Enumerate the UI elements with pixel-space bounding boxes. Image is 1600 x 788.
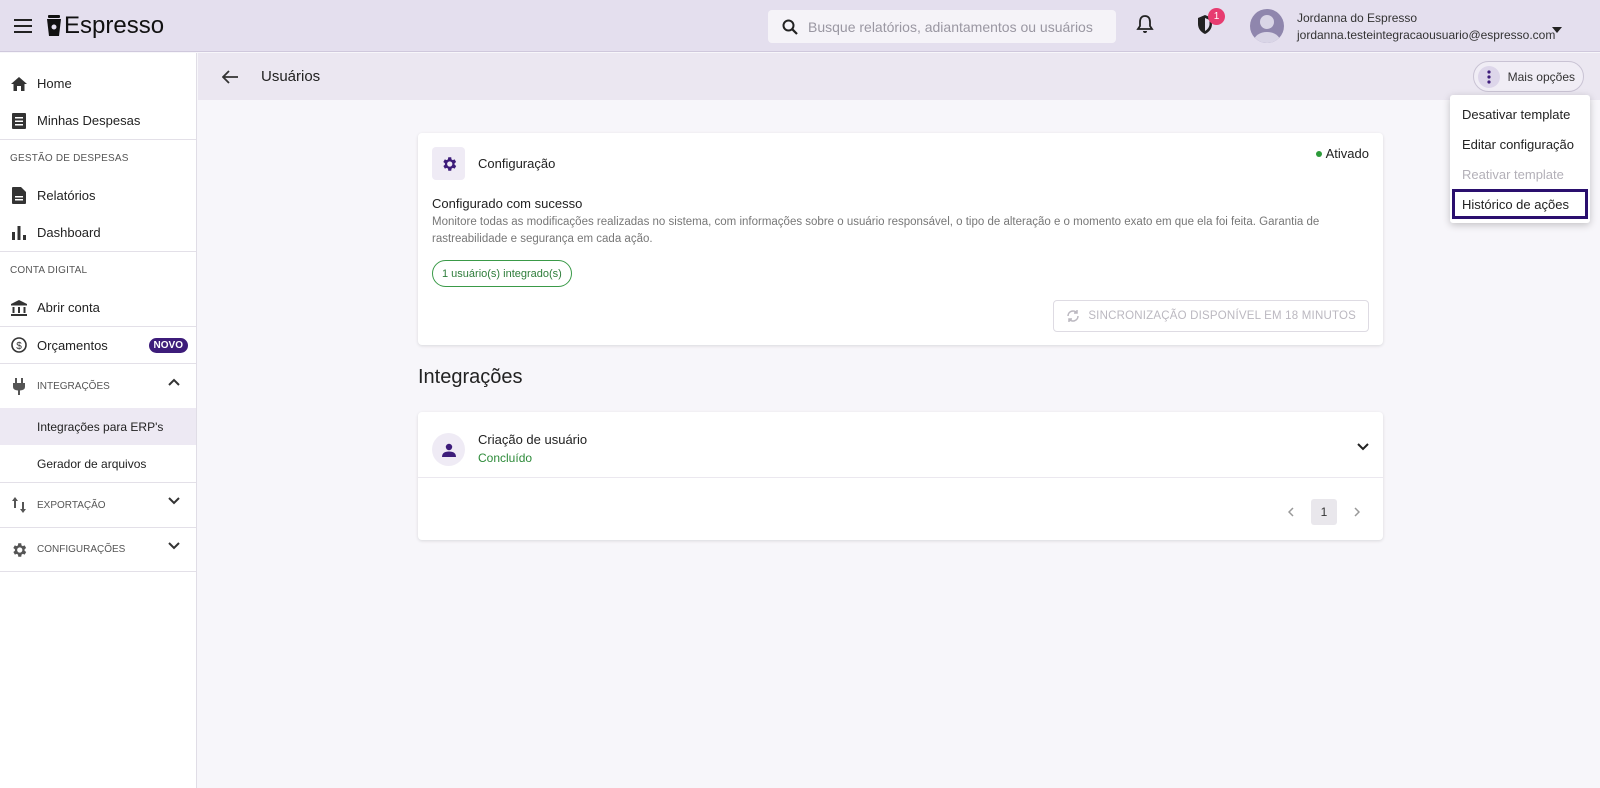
bar-chart-icon <box>10 224 28 242</box>
sidebar-group-label: EXPORTAÇÃO <box>37 499 106 511</box>
sidebar-item-label: Relatórios <box>37 188 96 203</box>
sidebar-section-conta: CONTA DIGITAL <box>0 251 196 289</box>
sidebar-item-home[interactable]: Home <box>0 65 196 102</box>
page-header: Usuários Mais opções <box>198 53 1600 100</box>
chevron-down-icon[interactable] <box>1357 438 1369 456</box>
sidebar-group-integracoes[interactable]: INTEGRAÇÕES <box>0 363 196 408</box>
integration-status: Concluído <box>478 451 533 465</box>
svg-text:$: $ <box>16 341 22 352</box>
sidebar-item-label: Orçamentos <box>37 337 108 353</box>
caret-down-icon[interactable] <box>1552 20 1562 38</box>
more-options-label: Mais opções <box>1507 69 1575 84</box>
pagination: 1 <box>1279 499 1369 525</box>
user-email: jordanna.testeintegracaousuario@espresso… <box>1297 28 1556 42</box>
integration-title: Criação de usuário <box>478 432 588 447</box>
sync-button-label: SINCRONIZAÇÃO DISPONÍVEL EM 18 MINUTOS <box>1088 310 1356 322</box>
notification-badge: 1 <box>1208 8 1225 25</box>
sidebar-item-minhas-despesas[interactable]: Minhas Despesas <box>0 102 196 139</box>
menu-item-reativar-template: Reativar template <box>1462 166 1564 182</box>
sidebar-group-label: CONFIGURAÇÕES <box>37 544 126 555</box>
config-heading: Configurado com sucesso <box>432 196 583 211</box>
sync-icon <box>1067 310 1080 322</box>
page-number-button[interactable]: 1 <box>1311 499 1337 525</box>
search-icon <box>782 19 798 35</box>
sidebar-item-orcamentos[interactable]: $ Orçamentos NOVO <box>0 326 196 363</box>
card-title: Configuração <box>478 156 556 171</box>
plug-icon <box>10 377 28 395</box>
integrations-card: Criação de usuário Concluído 1 <box>418 412 1383 540</box>
sidebar-section-gestao: GESTÃO DE DESPESAS <box>0 139 196 177</box>
sidebar-item-gerador-arquivos[interactable]: Gerador de arquivos <box>0 445 196 482</box>
sidebar-item-label: Home <box>37 76 72 91</box>
menu-item-editar-configuracao[interactable]: Editar configuração <box>1450 129 1590 159</box>
more-options-menu: Desativar template Editar configuração R… <box>1450 95 1590 223</box>
arrow-back-icon[interactable] <box>220 67 240 87</box>
gear-icon <box>10 541 28 559</box>
app-name: Espresso <box>64 11 165 39</box>
status-label: Ativado <box>1325 146 1369 161</box>
sidebar-item-integracoes-erp[interactable]: Integrações para ERP's <box>0 408 196 445</box>
more-options-button[interactable]: Mais opções <box>1472 61 1584 92</box>
list-item[interactable]: Criação de usuário Concluído <box>418 412 1383 478</box>
search-input[interactable] <box>808 18 1108 35</box>
configuration-card: Configuração Ativado Configurado com suc… <box>418 133 1383 345</box>
budget-icon: $ <box>10 336 28 354</box>
user-info[interactable]: Jordanna do Espresso jordanna.testeinteg… <box>1297 10 1555 44</box>
home-icon <box>10 75 28 93</box>
sidebar-item-relatorios[interactable]: Relatórios <box>0 177 196 214</box>
bell-icon[interactable] <box>1136 14 1154 39</box>
person-icon <box>432 433 465 466</box>
section-title: Integrações <box>418 366 523 388</box>
sidebar-item-label: Abrir conta <box>37 300 100 315</box>
search-bar[interactable] <box>768 10 1116 43</box>
gear-icon <box>432 147 465 180</box>
more-vertical-icon <box>1477 65 1500 88</box>
app-logo[interactable]: Espresso <box>46 12 164 40</box>
chevron-up-icon[interactable] <box>168 378 180 389</box>
sidebar-item-label: Minhas Despesas <box>37 113 141 128</box>
menu-item-desativar-template[interactable]: Desativar template <box>1450 99 1590 129</box>
menu-icon[interactable] <box>0 0 46 52</box>
menu-item-historico-acoes[interactable]: Histórico de ações <box>1452 189 1588 219</box>
document-icon <box>10 187 28 205</box>
sidebar: Home Minhas Despesas GESTÃO DE DESPESAS … <box>0 53 197 788</box>
swap-vertical-icon <box>10 496 28 514</box>
coffee-cup-icon <box>47 14 61 36</box>
status-badge: Ativado <box>1315 146 1369 161</box>
new-badge: NOVO <box>148 337 188 353</box>
list-icon <box>10 112 28 130</box>
sidebar-item-dashboard[interactable]: Dashboard <box>0 214 196 251</box>
integrated-users-chip: 1 usuário(s) integrado(s) <box>432 260 572 287</box>
chevron-right-icon[interactable] <box>1345 499 1369 525</box>
config-description: Monitore todas as modificações realizada… <box>432 216 1320 245</box>
top-app-bar: Espresso 1 Jordanna do Espresso jordanna… <box>0 0 1600 52</box>
sidebar-group-exportacao[interactable]: EXPORTAÇÃO <box>0 482 196 527</box>
sidebar-group-label: INTEGRAÇÕES <box>37 380 110 392</box>
sidebar-item-abrir-conta[interactable]: Abrir conta <box>0 289 196 326</box>
chevron-left-icon[interactable] <box>1279 499 1303 525</box>
sidebar-item-label: Dashboard <box>37 225 101 240</box>
status-dot <box>1315 150 1322 157</box>
chevron-down-icon[interactable] <box>168 542 180 553</box>
avatar[interactable] <box>1250 9 1284 43</box>
bank-icon <box>10 299 28 317</box>
user-name: Jordanna do Espresso <box>1297 11 1418 25</box>
page-title: Usuários <box>261 68 321 85</box>
sidebar-group-configuracoes[interactable]: CONFIGURAÇÕES <box>0 527 196 572</box>
chevron-down-icon[interactable] <box>168 497 180 508</box>
sync-button: SINCRONIZAÇÃO DISPONÍVEL EM 18 MINUTOS <box>1053 300 1369 332</box>
